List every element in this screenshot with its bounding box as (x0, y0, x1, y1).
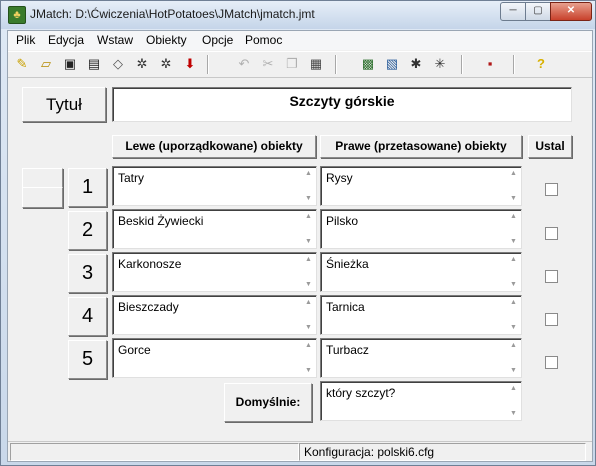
scrollbar[interactable]: ▲ ▼ (506, 210, 521, 248)
row-number-5: 5 (68, 340, 107, 379)
left-item-text: Beskid Żywiecki (118, 214, 204, 228)
web-page-1-icon[interactable]: ✲ (133, 55, 151, 73)
export-3-icon[interactable]: ✱ (407, 55, 425, 73)
menu-plik[interactable]: Plik (16, 33, 35, 47)
row-number-1: 1 (68, 168, 107, 207)
right-item-text: Rysy (326, 171, 353, 185)
status-cell-empty (10, 443, 299, 461)
web-page-2-icon[interactable]: ✲ (157, 55, 175, 73)
fix-checkbox-5[interactable] (545, 356, 558, 369)
left-item-text: Gorce (118, 343, 151, 357)
right-items-header: Prawe (przetasowane) obiekty (320, 135, 522, 158)
menu-obiekty[interactable]: Obiekty (146, 33, 187, 47)
menu-pomoc[interactable]: Pomoc (245, 33, 282, 47)
close-button[interactable]: ✕ (550, 2, 592, 21)
right-item-field-3[interactable]: Śnieżka ▲ ▼ (320, 252, 522, 292)
title-value: Szczyty górskie (289, 93, 395, 109)
scrollbar[interactable]: ▲ ▼ (506, 339, 521, 377)
fix-checkbox-3[interactable] (545, 270, 558, 283)
open-folder-icon[interactable]: ▱ (37, 55, 55, 73)
scrollbar[interactable]: ▲ ▼ (301, 253, 316, 291)
fix-header: Ustal (528, 135, 572, 158)
left-item-field-2[interactable]: Beskid Żywiecki ▲ ▼ (112, 209, 317, 249)
scrollbar[interactable]: ▲ ▼ (301, 167, 316, 205)
maximize-button[interactable]: ▢ (525, 2, 551, 21)
left-item-text: Tatry (118, 171, 145, 185)
scrollbar[interactable]: ▲ ▼ (301, 210, 316, 248)
row-number-2: 2 (68, 211, 107, 250)
right-item-text: Śnieżka (326, 257, 369, 271)
monitor-icon[interactable]: ▪ (481, 55, 499, 73)
export-2-icon[interactable]: ▧ (383, 55, 401, 73)
right-item-field-2[interactable]: Pilsko ▲ ▼ (320, 209, 522, 249)
undo-icon[interactable]: ↶ (235, 55, 253, 73)
title-button[interactable]: Tytuł (22, 87, 106, 122)
minimize-button[interactable]: ─ (500, 2, 526, 21)
right-item-text: Turbacz (326, 343, 369, 357)
scrollbar[interactable]: ▲ ▼ (506, 167, 521, 205)
window-title: JMatch: D:\Ćwiczenia\HotPotatoes\JMatch\… (30, 7, 315, 21)
scrollbar[interactable]: ▲ ▼ (301, 296, 316, 334)
scrollbar[interactable]: ▲ ▼ (301, 339, 316, 377)
row-number-4: 4 (68, 297, 107, 336)
scrollbar[interactable]: ▲ ▼ (506, 382, 521, 420)
right-item-field-4[interactable]: Tarnica ▲ ▼ (320, 295, 522, 335)
fix-checkbox-1[interactable] (545, 183, 558, 196)
default-field[interactable]: który szczyt? ▲ ▼ (320, 381, 522, 421)
toolbar: ✎ ▱ ▣ ▤ ◇ ✲ ✲ ⬇ ↶ ✂ ❐ ▦ ▩ ▧ ✱ ✳ ▪ ? (8, 51, 592, 78)
scroll-up-rows-button[interactable] (22, 168, 63, 188)
export-4-icon[interactable]: ✳ (431, 55, 449, 73)
toolbar-separator (461, 55, 463, 74)
default-button[interactable]: Domyślnie: (224, 383, 312, 422)
left-items-header: Lewe (uporządkowane) obiekty (112, 135, 316, 158)
left-item-field-5[interactable]: Gorce ▲ ▼ (112, 338, 317, 378)
right-item-text: Pilsko (326, 214, 359, 228)
right-item-text: Tarnica (326, 300, 365, 314)
left-item-field-1[interactable]: Tatry ▲ ▼ (112, 166, 317, 206)
eraser-icon[interactable]: ◇ (109, 55, 127, 73)
new-file-icon[interactable]: ✎ (13, 55, 31, 73)
copy-icon[interactable]: ❐ (283, 55, 301, 73)
fix-checkbox-4[interactable] (545, 313, 558, 326)
toolbar-separator (207, 55, 209, 74)
status-config: Konfiguracja: polski6.cfg (299, 443, 586, 461)
menu-bar: Plik Edycja Wstaw Obiekty Opcje Pomoc (8, 31, 592, 50)
cut-icon[interactable]: ✂ (259, 55, 277, 73)
title-bar: ♣ JMatch: D:\Ćwiczenia\HotPotatoes\JMatc… (1, 1, 595, 29)
paste-icon[interactable]: ▦ (307, 55, 325, 73)
right-item-field-5[interactable]: Turbacz ▲ ▼ (320, 338, 522, 378)
row-number-3: 3 (68, 254, 107, 293)
toolbar-separator (513, 55, 515, 74)
client-area: Plik Edycja Wstaw Obiekty Opcje Pomoc ✎ … (7, 30, 593, 462)
help-icon[interactable]: ? (532, 55, 550, 73)
toolbar-separator (335, 55, 337, 74)
save-icon[interactable]: ▣ (61, 55, 79, 73)
scrollbar[interactable]: ▲ ▼ (506, 296, 521, 334)
left-item-field-3[interactable]: Karkonosze ▲ ▼ (112, 252, 317, 292)
left-item-field-4[interactable]: Bieszczady ▲ ▼ (112, 295, 317, 335)
menu-opcje[interactable]: Opcje (202, 33, 233, 47)
status-bar: Konfiguracja: polski6.cfg (8, 441, 592, 461)
app-window: ♣ JMatch: D:\Ćwiczenia\HotPotatoes\JMatc… (0, 0, 596, 466)
scrollbar[interactable]: ▲ ▼ (506, 253, 521, 291)
left-item-text: Karkonosze (118, 257, 182, 271)
left-item-text: Bieszczady (118, 300, 179, 314)
title-field[interactable]: Szczyty górskie (112, 87, 572, 122)
menu-edycja[interactable]: Edycja (48, 33, 84, 47)
right-item-field-1[interactable]: Rysy ▲ ▼ (320, 166, 522, 206)
fix-checkbox-2[interactable] (545, 227, 558, 240)
default-value: który szczyt? (326, 386, 396, 400)
save-as-icon[interactable]: ▤ (85, 55, 103, 73)
export-1-icon[interactable]: ▩ (359, 55, 377, 73)
jmatch-app-icon: ♣ (8, 6, 26, 24)
menu-wstaw[interactable]: Wstaw (97, 33, 133, 47)
arrow-down-icon[interactable]: ⬇ (181, 55, 199, 73)
scroll-down-rows-button[interactable] (22, 187, 63, 208)
